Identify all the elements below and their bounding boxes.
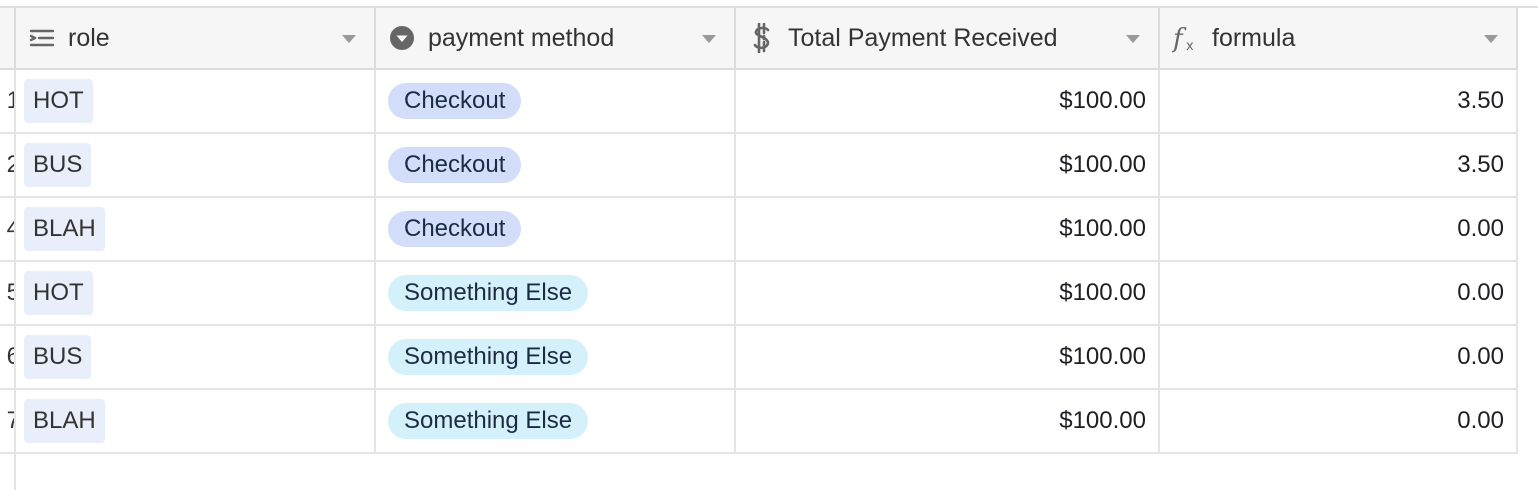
svg-text:x: x bbox=[1186, 39, 1194, 53]
column-header-total-payment-received[interactable]: Total Payment Received bbox=[736, 8, 1160, 68]
formula-cell[interactable]: 0.00 bbox=[1160, 262, 1518, 324]
long-text-icon bbox=[28, 24, 56, 52]
table-row[interactable]: 2 BUS Checkout $100.00 3.50 bbox=[0, 134, 1518, 198]
empty-rownum-cell bbox=[0, 454, 16, 490]
payment-method-pill: Something Else bbox=[388, 403, 589, 439]
chevron-down-icon[interactable] bbox=[1484, 35, 1498, 43]
table-row[interactable]: 4 BLAH Checkout $100.00 0.00 bbox=[0, 198, 1518, 262]
role-cell[interactable]: HOT bbox=[16, 262, 376, 324]
formula-cell[interactable]: 0.00 bbox=[1160, 390, 1518, 452]
role-cell[interactable]: BLAH bbox=[16, 198, 376, 260]
payment-method-pill: Something Else bbox=[388, 275, 589, 311]
total-payment-value: $100.00 bbox=[1059, 215, 1146, 242]
payment-method-cell[interactable]: Checkout bbox=[376, 70, 736, 132]
row-number-cell[interactable]: 1 bbox=[0, 70, 16, 132]
table-row[interactable]: 1 HOT Checkout $100.00 3.50 bbox=[0, 70, 1518, 134]
svg-text:f: f bbox=[1172, 24, 1187, 53]
table-row[interactable]: 5 HOT Something Else $100.00 0.00 bbox=[0, 262, 1518, 326]
formula-cell[interactable]: 3.50 bbox=[1160, 134, 1518, 196]
row-number: 7 bbox=[7, 407, 14, 435]
role-tag: HOT bbox=[24, 79, 93, 123]
total-payment-cell[interactable]: $100.00 bbox=[736, 70, 1160, 132]
payment-method-cell[interactable]: Checkout bbox=[376, 134, 736, 196]
payment-method-cell[interactable]: Something Else bbox=[376, 326, 736, 388]
row-number: 4 bbox=[7, 215, 14, 243]
total-payment-value: $100.00 bbox=[1059, 151, 1146, 178]
chevron-down-icon[interactable] bbox=[702, 35, 716, 43]
row-number-cell[interactable]: 7 bbox=[0, 390, 16, 452]
row-number-cell[interactable]: 4 bbox=[0, 198, 16, 260]
row-number: 6 bbox=[7, 343, 14, 371]
payment-method-pill: Something Else bbox=[388, 339, 589, 375]
formula-value: 0.00 bbox=[1457, 215, 1504, 242]
formula-value: 0.00 bbox=[1457, 343, 1504, 370]
column-label-formula: formula bbox=[1212, 23, 1296, 52]
role-cell[interactable]: BLAH bbox=[16, 390, 376, 452]
formula-value: 3.50 bbox=[1457, 87, 1504, 114]
header-row: role payment method Total Payment Receiv… bbox=[0, 8, 1518, 70]
role-tag: BLAH bbox=[24, 207, 105, 251]
column-label-total-payment-received: Total Payment Received bbox=[788, 23, 1058, 52]
table-body: 1 HOT Checkout $100.00 3.50 2 BUS Checkout $100.… bbox=[0, 70, 1518, 454]
formula-value: 3.50 bbox=[1457, 151, 1504, 178]
row-number-cell[interactable]: 2 bbox=[0, 134, 16, 196]
payment-method-cell[interactable]: Something Else bbox=[376, 390, 736, 452]
header-rownum-cell bbox=[0, 8, 16, 68]
column-header-formula[interactable]: fx formula bbox=[1160, 8, 1518, 68]
chevron-down-icon[interactable] bbox=[342, 35, 356, 43]
total-payment-value: $100.00 bbox=[1059, 343, 1146, 370]
total-payment-value: $100.00 bbox=[1059, 407, 1146, 434]
total-payment-value: $100.00 bbox=[1059, 87, 1146, 114]
row-number-cell[interactable]: 5 bbox=[0, 262, 16, 324]
empty-add-row[interactable] bbox=[0, 454, 1518, 490]
role-cell[interactable]: BUS bbox=[16, 326, 376, 388]
formula-icon: fx bbox=[1172, 24, 1200, 53]
row-number: 5 bbox=[7, 279, 14, 307]
table-row[interactable]: 7 BLAH Something Else $100.00 0.00 bbox=[0, 390, 1518, 454]
total-payment-cell[interactable]: $100.00 bbox=[736, 390, 1160, 452]
role-tag: BUS bbox=[24, 143, 92, 187]
chevron-down-icon[interactable] bbox=[1126, 35, 1140, 43]
formula-value: 0.00 bbox=[1457, 407, 1504, 434]
row-number: 1 bbox=[7, 87, 14, 115]
payment-method-pill: Checkout bbox=[388, 211, 522, 247]
formula-cell[interactable]: 0.00 bbox=[1160, 198, 1518, 260]
payment-method-pill: Checkout bbox=[388, 83, 522, 119]
top-strip bbox=[0, 0, 1538, 8]
total-payment-cell[interactable]: $100.00 bbox=[736, 262, 1160, 324]
total-payment-cell[interactable]: $100.00 bbox=[736, 326, 1160, 388]
single-select-icon bbox=[388, 24, 416, 52]
role-cell[interactable]: HOT bbox=[16, 70, 376, 132]
role-tag: BUS bbox=[24, 335, 92, 379]
formula-cell[interactable]: 3.50 bbox=[1160, 70, 1518, 132]
table-row[interactable]: 6 BUS Something Else $100.00 0.00 bbox=[0, 326, 1518, 390]
total-payment-value: $100.00 bbox=[1059, 279, 1146, 306]
empty-cell bbox=[16, 454, 376, 490]
role-cell[interactable]: BUS bbox=[16, 134, 376, 196]
role-tag: HOT bbox=[24, 271, 93, 315]
formula-cell[interactable]: 0.00 bbox=[1160, 326, 1518, 388]
data-grid: role payment method Total Payment Receiv… bbox=[0, 8, 1518, 490]
role-tag: BLAH bbox=[24, 399, 105, 443]
total-payment-cell[interactable]: $100.00 bbox=[736, 198, 1160, 260]
payment-method-pill: Checkout bbox=[388, 147, 522, 183]
column-header-payment-method[interactable]: payment method bbox=[376, 8, 736, 68]
total-payment-cell[interactable]: $100.00 bbox=[736, 134, 1160, 196]
currency-icon bbox=[748, 23, 776, 53]
payment-method-cell[interactable]: Something Else bbox=[376, 262, 736, 324]
column-label-role: role bbox=[68, 23, 110, 52]
row-number-cell[interactable]: 6 bbox=[0, 326, 16, 388]
row-number: 2 bbox=[7, 151, 14, 179]
payment-method-cell[interactable]: Checkout bbox=[376, 198, 736, 260]
formula-value: 0.00 bbox=[1457, 279, 1504, 306]
column-label-payment-method: payment method bbox=[428, 23, 615, 52]
column-header-role[interactable]: role bbox=[16, 8, 376, 68]
